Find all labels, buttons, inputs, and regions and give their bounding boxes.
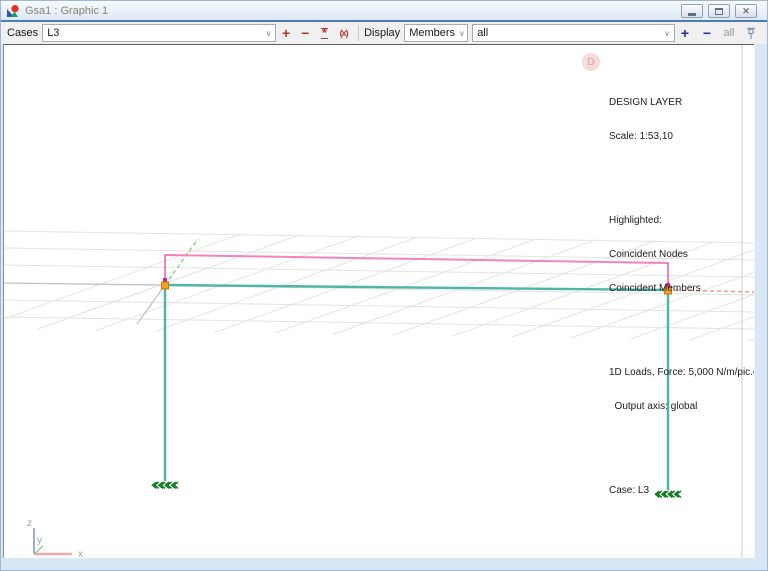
close-icon: ✕ — [742, 5, 750, 16]
annotation-line: Case: L3 — [609, 485, 650, 497]
add-case-button[interactable]: + — [276, 24, 295, 42]
window-frame-right — [754, 44, 767, 570]
annotation-line: Coincident Members — [609, 283, 701, 295]
display-value: Members — [409, 27, 456, 39]
graphic-canvas[interactable]: zyx D DESIGN LAYER Scale: 1:53,10 Highli… — [3, 44, 766, 560]
chevron-down-icon: ∨ — [664, 28, 670, 38]
maximize-button[interactable] — [708, 4, 730, 18]
pin-button[interactable] — [741, 24, 761, 42]
window-frame-bottom — [1, 558, 767, 570]
specify-case-button[interactable]: * — [315, 24, 334, 42]
filter-value: all — [477, 27, 489, 39]
annotation-line: Highlighted: — [609, 214, 662, 226]
annotation-line: DESIGN LAYER — [609, 96, 683, 108]
minimize-button[interactable] — [681, 4, 703, 18]
cases-label: Cases — [7, 27, 39, 39]
gsa-logo-icon — [7, 4, 19, 17]
toolbar-divider — [358, 25, 360, 41]
chevron-down-icon: ∨ — [459, 28, 465, 38]
remove-case-button[interactable]: − — [296, 24, 315, 42]
cases-combobox[interactable]: L3 ∨ — [42, 24, 277, 42]
chevron-down-icon: ∨ — [265, 28, 272, 38]
toolbar: Cases L3 ∨ + − * (x) Display Members ∨ a… — [1, 22, 767, 44]
filter-combobox[interactable]: all ∨ — [472, 24, 675, 42]
annotation-line: Scale: 1:53,10 — [609, 130, 673, 142]
triad-label-y: y — [37, 535, 42, 546]
zoom-out-button[interactable]: − — [697, 24, 717, 42]
close-button[interactable]: ✕ — [735, 4, 757, 18]
maximize-icon — [715, 7, 723, 15]
pin-icon — [747, 27, 755, 39]
display-label: Display — [364, 27, 401, 39]
design-layer-badge: D — [582, 53, 600, 71]
zoom-in-button[interactable]: + — [675, 24, 695, 42]
cases-value: L3 — [47, 27, 60, 39]
annotation-line: 1D Loads, Force: 5,000 N/m/pic.cm — [609, 366, 767, 378]
annotation-block: DESIGN LAYER Scale: 1:53,10 Highlighted:… — [609, 51, 766, 546]
show-all-button[interactable]: all — [719, 24, 739, 42]
animate-button[interactable]: (x) — [334, 24, 353, 42]
display-combobox[interactable]: Members ∨ — [404, 24, 469, 42]
annotation-line: Output axis: global — [609, 401, 698, 413]
title-bar: Gsa1 : Graphic 1 ✕ — [1, 1, 767, 20]
triad-label-z: z — [27, 518, 32, 529]
minimize-icon — [688, 12, 696, 16]
annotation-line: Coincident Nodes — [609, 248, 688, 260]
window-title: Gsa1 : Graphic 1 — [25, 4, 109, 17]
asterisk-icon: * — [320, 25, 328, 40]
gsa-graphic-window: Gsa1 : Graphic 1 ✕ Cases L3 ∨ + − * (x) … — [0, 0, 768, 571]
animate-icon: (x) — [339, 28, 349, 38]
